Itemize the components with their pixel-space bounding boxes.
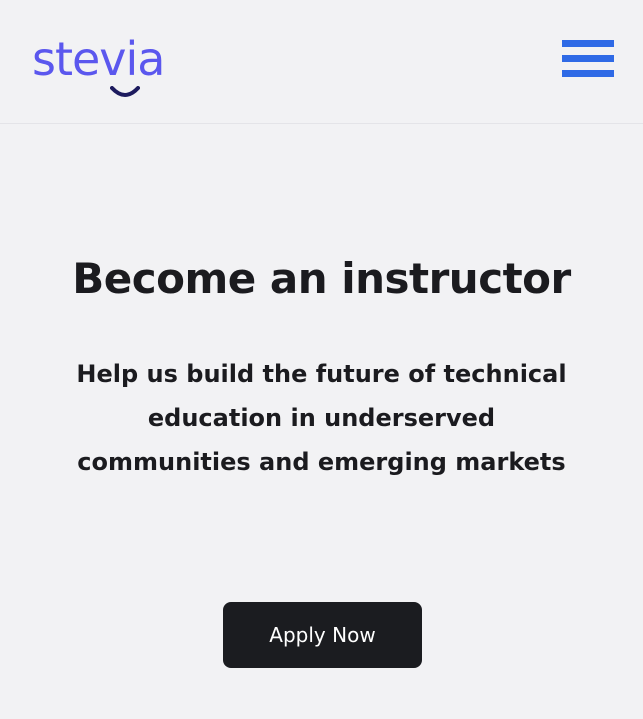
hero-title: Become an instructor — [72, 254, 571, 303]
hero-subtitle: Help us build the future of technical ed… — [40, 352, 603, 484]
stevia-logo[interactable]: stevia — [32, 32, 192, 97]
hamburger-menu-icon[interactable] — [562, 40, 614, 80]
menu-bar-top — [562, 40, 614, 47]
hero-subtitle-line-1: Help us build the future of technical — [76, 360, 567, 388]
logo-wordmark: stevia — [32, 32, 165, 86]
apply-now-button[interactable]: Apply Now — [223, 602, 422, 668]
landing-page: stevia Become an instructor Help us buil… — [0, 0, 643, 719]
menu-bar-bottom — [562, 70, 614, 77]
logo-smile-icon — [110, 86, 140, 97]
site-header: stevia — [0, 0, 643, 124]
hero-subtitle-line-2: education in underserved — [147, 404, 496, 432]
menu-bar-middle — [562, 55, 614, 62]
hero-subtitle-line-3: communities and emerging markets — [77, 448, 566, 476]
